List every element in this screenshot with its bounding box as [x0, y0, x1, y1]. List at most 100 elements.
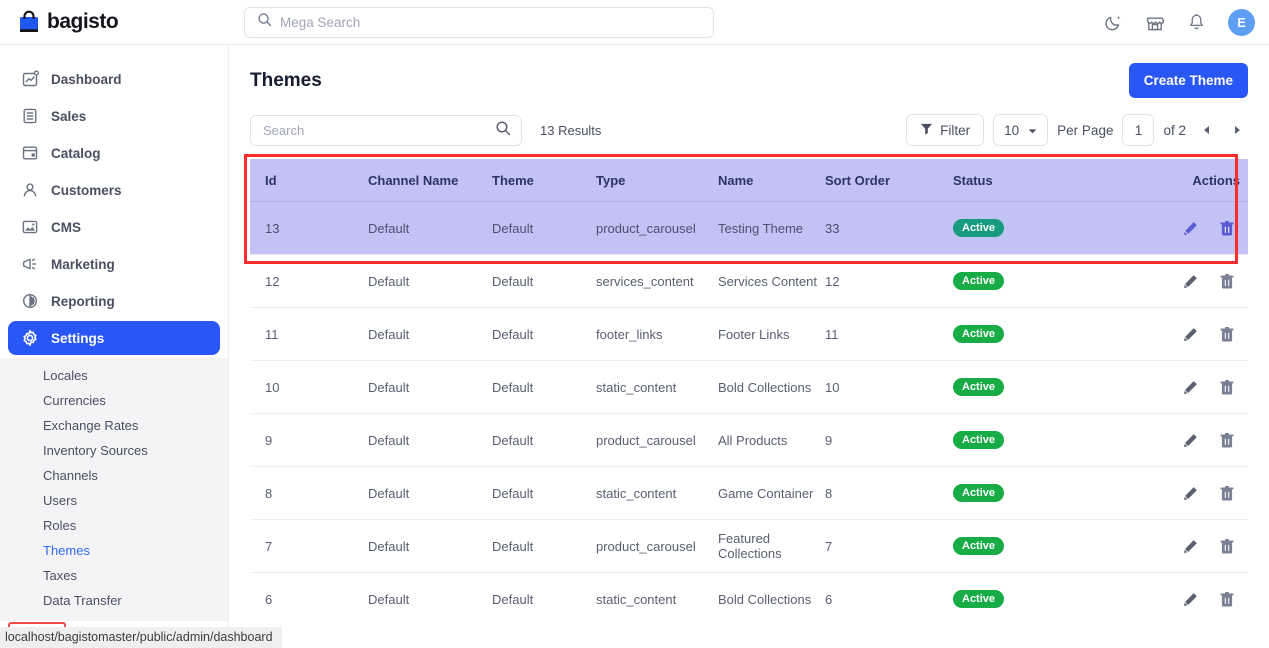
pencil-icon[interactable] — [1182, 538, 1199, 555]
cell-type: static_content — [596, 380, 718, 395]
sidebar-item-label: Marketing — [51, 257, 115, 272]
table-row[interactable]: 12DefaultDefaultservices_contentServices… — [250, 254, 1248, 307]
table-row[interactable]: 11DefaultDefaultfooter_linksFooter Links… — [250, 307, 1248, 360]
column-header-id[interactable]: Id — [250, 173, 368, 188]
sidebar-subitem-label: Inventory Sources — [43, 443, 148, 458]
results-count: 13 Results — [540, 123, 601, 138]
sidebar-subitem-label: Users — [43, 493, 77, 508]
cell-name: All Products — [718, 433, 825, 448]
trash-icon[interactable] — [1219, 220, 1235, 237]
sidebar-subitem-label: Locales — [43, 368, 88, 383]
trash-icon[interactable] — [1219, 379, 1235, 396]
table-row[interactable]: 8DefaultDefaultstatic_contentGame Contai… — [250, 466, 1248, 519]
cell-theme: Default — [492, 539, 596, 554]
pencil-icon[interactable] — [1182, 326, 1199, 343]
filter-button[interactable]: Filter — [906, 114, 984, 146]
search-box[interactable] — [250, 115, 522, 146]
sidebar-subitem-label: Exchange Rates — [43, 418, 138, 433]
search-icon — [257, 12, 272, 32]
trash-icon[interactable] — [1219, 432, 1235, 449]
column-header-name[interactable]: Name — [718, 173, 825, 188]
sidebar-item-dashboard[interactable]: Dashboard — [8, 62, 220, 96]
sidebar-item-cms[interactable]: CMS — [8, 210, 220, 244]
sidebar-subitem-label: Taxes — [43, 568, 77, 583]
cell-id: 8 — [250, 486, 368, 501]
sidebar-subitem-inventory-sources[interactable]: Inventory Sources — [0, 438, 228, 463]
pencil-icon[interactable] — [1182, 220, 1199, 237]
sidebar-subitem-label: Data Transfer — [43, 593, 122, 608]
dark-mode-icon[interactable] — [1104, 13, 1123, 32]
column-header-actions[interactable]: Actions — [1135, 173, 1248, 188]
sidebar-subitem-locales[interactable]: Locales — [0, 363, 228, 388]
pencil-icon[interactable] — [1182, 485, 1199, 502]
current-page-input[interactable]: 1 — [1122, 114, 1154, 146]
sidebar-subitem-taxes[interactable]: Taxes — [0, 563, 228, 588]
table-row[interactable]: 6DefaultDefaultstatic_contentBold Collec… — [250, 572, 1248, 625]
cell-status: Active — [953, 378, 1135, 396]
trash-icon[interactable] — [1219, 273, 1235, 290]
sidebar-item-settings[interactable]: Settings — [8, 321, 220, 355]
sidebar-subitem-label: Themes — [43, 543, 90, 558]
cell-theme: Default — [492, 592, 596, 607]
sidebar-subitem-currencies[interactable]: Currencies — [0, 388, 228, 413]
trash-icon[interactable] — [1219, 326, 1235, 343]
pencil-icon[interactable] — [1182, 432, 1199, 449]
search-input[interactable] — [263, 123, 495, 138]
page-scrollbar[interactable] — [1262, 45, 1269, 648]
next-page-button[interactable] — [1226, 117, 1248, 143]
column-header-channel-name[interactable]: Channel Name — [368, 173, 492, 188]
catalog-icon — [20, 144, 39, 163]
search-icon[interactable] — [495, 120, 511, 141]
cell-id: 10 — [250, 380, 368, 395]
trash-icon[interactable] — [1219, 591, 1235, 608]
sidebar-item-sales[interactable]: Sales — [8, 99, 220, 133]
sidebar-subitem-roles[interactable]: Roles — [0, 513, 228, 538]
brand-logo[interactable]: bagisto — [0, 10, 222, 34]
cell-actions — [1135, 591, 1248, 608]
table-row[interactable]: 10DefaultDefaultstatic_contentBold Colle… — [250, 360, 1248, 413]
sidebar-subitem-data-transfer[interactable]: Data Transfer — [0, 588, 228, 613]
sidebar: DashboardSalesCatalogCustomers CMS Marketi… — [0, 45, 229, 648]
filter-label: Filter — [940, 123, 970, 138]
mega-search-box[interactable] — [244, 7, 714, 38]
sidebar-item-customers[interactable]: Customers — [8, 173, 220, 207]
column-header-theme[interactable]: Theme — [492, 173, 596, 188]
trash-icon[interactable] — [1219, 485, 1235, 502]
sidebar-subitem-exchange-rates[interactable]: Exchange Rates — [0, 413, 228, 438]
sidebar-subitem-users[interactable]: Users — [0, 488, 228, 513]
table-row[interactable]: 7DefaultDefaultproduct_carouselFeatured … — [250, 519, 1248, 572]
column-header-type[interactable]: Type — [596, 173, 718, 188]
per-page-select[interactable]: 10 — [993, 114, 1048, 146]
themes-table: IdChannel NameThemeTypeNameSort OrderSta… — [229, 146, 1269, 625]
cell-status: Active — [953, 431, 1135, 449]
sidebar-item-marketing[interactable]: Marketing — [8, 247, 220, 281]
sidebar-item-reporting[interactable]: Reporting — [8, 284, 220, 318]
column-header-status[interactable]: Status — [953, 173, 1135, 188]
cell-channel: Default — [368, 539, 492, 554]
cell-theme: Default — [492, 433, 596, 448]
table-row[interactable]: 13DefaultDefaultproduct_carouselTesting … — [250, 201, 1248, 254]
sidebar-subitem-channels[interactable]: Channels — [0, 463, 228, 488]
pencil-icon[interactable] — [1182, 273, 1199, 290]
total-pages-label: of 2 — [1163, 123, 1186, 138]
sidebar-subitem-themes[interactable]: Themes — [0, 538, 228, 563]
sidebar-item-catalog[interactable]: Catalog — [8, 136, 220, 170]
avatar[interactable]: E — [1228, 9, 1255, 36]
table-row[interactable]: 9DefaultDefaultproduct_carouselAll Produ… — [250, 413, 1248, 466]
cell-sort: 10 — [825, 380, 953, 395]
create-theme-button[interactable]: Create Theme — [1129, 63, 1248, 98]
pencil-icon[interactable] — [1182, 379, 1199, 396]
trash-icon[interactable] — [1219, 538, 1235, 555]
storefront-icon[interactable] — [1145, 13, 1165, 33]
marketing-icon — [20, 255, 39, 274]
column-header-sort-order[interactable]: Sort Order — [825, 173, 953, 188]
page-header: Themes Create Theme — [229, 45, 1269, 98]
mega-search-input[interactable] — [280, 15, 701, 30]
sales-icon — [20, 107, 39, 126]
cell-sort: 9 — [825, 433, 953, 448]
bell-icon[interactable] — [1187, 13, 1206, 32]
cell-type: static_content — [596, 592, 718, 607]
sidebar-item-label: CMS — [51, 220, 81, 235]
prev-page-button[interactable] — [1195, 117, 1217, 143]
pencil-icon[interactable] — [1182, 591, 1199, 608]
